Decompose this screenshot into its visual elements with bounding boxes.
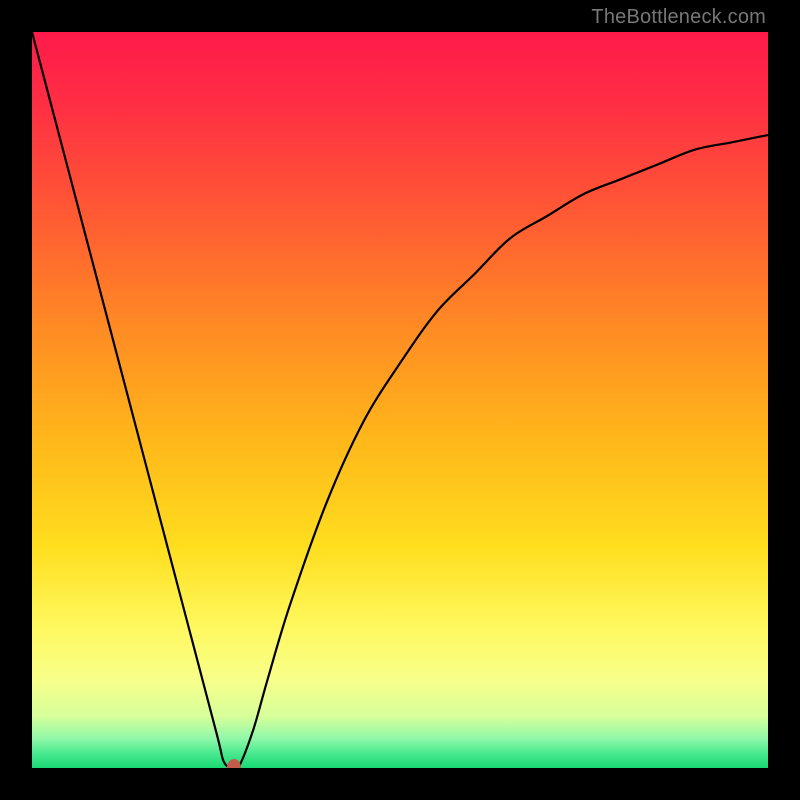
chart-frame: TheBottleneck.com bbox=[0, 0, 800, 800]
plot-area bbox=[32, 32, 768, 768]
watermark-text: TheBottleneck.com bbox=[591, 6, 766, 29]
curve-layer bbox=[32, 32, 768, 768]
bottleneck-curve bbox=[32, 32, 768, 768]
